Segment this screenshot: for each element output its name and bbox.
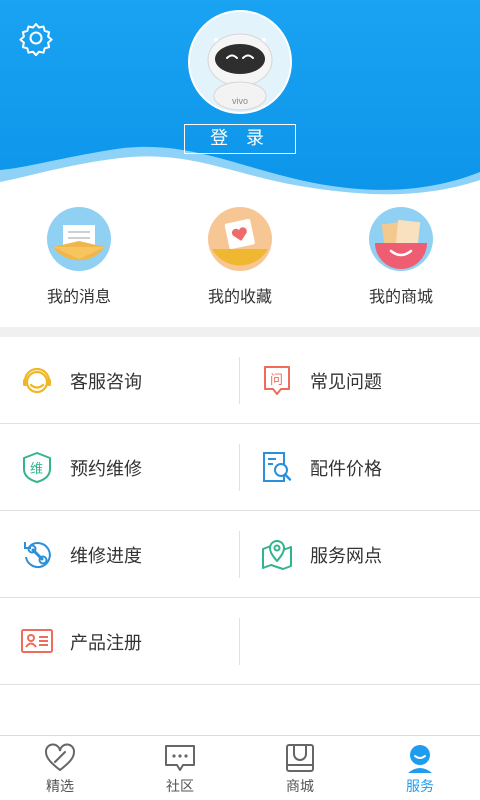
quick-link-favorites[interactable]: 我的收藏 [180,207,300,317]
settings-gear-icon[interactable] [18,20,54,57]
service-label: 配件价格 [310,459,382,480]
service-customer-support[interactable]: 客服咨询 [0,337,230,423]
id-card-icon [20,624,54,658]
bottom-tab-bar: 精选 社区 商城 服务 [0,735,480,800]
quick-link-label: 我的消息 [46,287,111,306]
tab-featured[interactable]: 精选 [0,736,120,800]
shop-bag-icon [283,743,317,773]
svg-text:维: 维 [30,462,43,477]
service-label: 常见问题 [310,372,382,393]
avatar-brand-text: vivo [232,96,248,106]
column-divider [239,618,240,665]
service-parts-price[interactable]: 配件价格 [240,424,470,510]
tab-service[interactable]: 服务 [360,736,480,800]
service-row: 维修进度 服务网点 [0,511,480,598]
login-button[interactable]: 登 录 [184,124,296,154]
service-label: 客服咨询 [70,372,142,393]
map-pin-icon [260,537,294,571]
service-row: 产品注册 [0,598,480,685]
service-label: 维修进度 [70,546,142,567]
tab-mall[interactable]: 商城 [240,736,360,800]
tab-label: 社区 [166,779,194,795]
service-person-icon [403,743,437,773]
heart-card-icon [208,207,272,271]
user-avatar[interactable]: vivo [188,10,292,114]
featured-icon [43,743,77,773]
tab-community[interactable]: 社区 [120,736,240,800]
shopping-bag-icon [369,207,433,271]
service-product-registration[interactable]: 产品注册 [0,598,230,684]
service-row: 维 预约维修 配件价格 [0,424,480,511]
service-row: 客服咨询 问 常见问题 [0,337,480,424]
service-label: 服务网点 [310,546,382,567]
quick-link-mall[interactable]: 我的商城 [341,207,461,317]
section-separator [0,327,480,337]
service-repair-progress[interactable]: 维修进度 [0,511,230,597]
service-faq[interactable]: 问 常见问题 [240,337,470,423]
chat-bubble-icon [163,743,197,773]
quick-link-label: 我的商城 [368,287,433,306]
tab-label: 商城 [286,779,314,795]
quick-links: 我的消息 我的收藏 我的商城 [0,205,480,327]
tab-label: 服务 [406,779,434,795]
question-bubble-icon: 问 [260,363,294,397]
repair-shield-icon: 维 [20,450,54,484]
tab-label: 精选 [46,779,74,795]
headset-icon [20,363,54,397]
quick-link-messages[interactable]: 我的消息 [19,207,139,317]
service-label: 预约维修 [70,459,142,480]
service-label: 产品注册 [70,633,142,654]
parts-search-icon [260,450,294,484]
service-repair-booking[interactable]: 维 预约维修 [0,424,230,510]
svg-text:问: 问 [270,373,283,388]
quick-link-label: 我的收藏 [207,287,272,306]
progress-wrench-icon [20,537,54,571]
service-grid: 客服咨询 问 常见问题 维 预约维修 配件价格 维修进度 服务网点 产品注册 [0,337,480,685]
profile-header: vivo 登 录 [0,0,480,205]
envelope-icon [47,207,111,271]
service-service-outlets[interactable]: 服务网点 [240,511,470,597]
